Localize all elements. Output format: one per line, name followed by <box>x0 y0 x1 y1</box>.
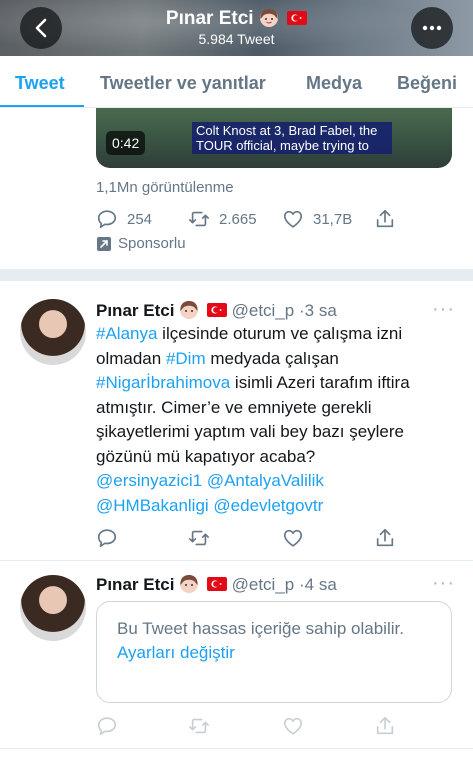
retweet-button[interactable]: 2.665 <box>188 207 257 231</box>
woman-emoji-icon <box>259 9 278 27</box>
like-button[interactable] <box>282 526 304 550</box>
mention-link[interactable]: @edevletgovtr <box>213 496 323 515</box>
retweet-icon <box>189 211 209 227</box>
video-caption: Colt Knost at 3, Brad Fabel, the TOUR of… <box>192 122 392 154</box>
mention-link[interactable]: @ersinyazici1 <box>96 471 202 490</box>
tweet-menu-button[interactable]: ··· <box>432 298 455 321</box>
reply-button[interactable] <box>96 526 118 550</box>
turkey-flag-icon <box>206 577 227 591</box>
retweet-icon <box>189 530 209 546</box>
woman-emoji-icon <box>180 575 199 593</box>
tweet-author-name[interactable]: Pınar Etci <box>96 575 174 594</box>
tweet-menu-button[interactable]: ··· <box>432 572 455 595</box>
retweet-icon <box>189 718 209 734</box>
share-icon <box>376 716 394 735</box>
tab-media[interactable]: Medya <box>306 73 362 94</box>
tab-tweets-and-replies[interactable]: Tweetler ve yanıtlar <box>100 73 266 94</box>
tweet-action-bar <box>96 526 406 550</box>
profile-name-header: Pınar Etci <box>0 8 473 30</box>
tweet-handle: @etci_p <box>231 575 295 594</box>
reply-icon <box>97 717 117 736</box>
reply-count: 254 <box>127 210 153 228</box>
sensitive-content-notice: Bu Tweet hassas içeriğe sahip olabilir. … <box>96 601 452 703</box>
tab-tweet[interactable]: Tweet <box>15 73 65 94</box>
tweet-count: 5.984 Tweet <box>198 31 275 47</box>
tweet-handle: @etci_p <box>231 301 295 320</box>
profile-header: Pınar Etci 5.984 Tweet <box>0 0 473 56</box>
reply-icon <box>97 210 117 229</box>
like-icon <box>283 210 303 228</box>
retweet-count: 2.665 <box>219 210 257 228</box>
view-count: 1,1Mn görüntülenme <box>96 179 234 196</box>
change-settings-link[interactable]: Ayarları değiştir <box>117 641 431 665</box>
promoted-icon <box>97 236 111 251</box>
like-button[interactable]: 31,7B <box>282 207 352 231</box>
reply-button[interactable] <box>96 714 118 738</box>
retweet-button[interactable] <box>188 526 210 550</box>
promoted-label[interactable]: Sponsorlu <box>96 235 186 252</box>
tweet-action-bar <box>96 714 406 738</box>
avatar[interactable] <box>20 575 86 641</box>
mention-link[interactable]: @AntalyaValilik <box>207 471 324 490</box>
reply-icon <box>97 529 117 548</box>
tweet-separator <box>0 748 473 749</box>
hashtag-link[interactable]: #Nigarİbrahimova <box>96 373 230 392</box>
tweet-header: Pınar Etci @etci_p ·4 sa <box>96 574 337 595</box>
tweet-separator <box>0 269 473 281</box>
like-icon <box>283 717 303 735</box>
tweet-header: Pınar Etci @etci_p ·3 sa <box>96 300 337 321</box>
like-button[interactable] <box>282 714 304 738</box>
share-icon <box>376 528 394 547</box>
woman-emoji-icon <box>180 301 199 319</box>
sponsored-text: Sponsorlu <box>118 235 186 252</box>
reply-button[interactable]: 254 <box>96 207 152 231</box>
profile-tabs: Tweet Tweetler ve yanıtlar Medya Beğeni <box>0 56 473 108</box>
share-button[interactable] <box>374 526 396 550</box>
tweet-time: 3 sa <box>304 301 337 320</box>
tweet-time: 4 sa <box>304 575 337 594</box>
hashtag-link[interactable]: #Dim <box>166 349 206 368</box>
retweet-button[interactable] <box>188 714 210 738</box>
tweet-text-segment: medyada çalışan <box>205 348 339 368</box>
turkey-flag-icon <box>206 303 227 317</box>
sensitive-warning-text: Bu Tweet hassas içeriğe sahip olabilir. <box>117 619 404 638</box>
tweet-text: #Alanya ilçesinde oturum ve çalışma izni… <box>96 322 456 518</box>
like-icon <box>283 529 303 547</box>
like-count: 31,7B <box>313 210 353 228</box>
tab-likes[interactable]: Beğeni <box>397 73 457 94</box>
hashtag-link[interactable]: #Alanya <box>96 324 157 343</box>
tweet-separator <box>0 560 473 561</box>
promoted-video[interactable]: Colt Knost at 3, Brad Fabel, the TOUR of… <box>96 108 452 168</box>
share-button[interactable] <box>374 714 396 738</box>
more-icon <box>422 25 442 31</box>
turkey-flag-icon <box>287 11 308 25</box>
avatar[interactable] <box>20 299 86 365</box>
more-options-button[interactable] <box>411 7 453 49</box>
share-icon <box>376 209 394 228</box>
tweet-author-name[interactable]: Pınar Etci <box>96 301 174 320</box>
promoted-action-bar: 254 2.665 31,7B <box>96 207 406 231</box>
share-button[interactable] <box>374 207 396 231</box>
header-name: Pınar Etci <box>165 8 254 29</box>
mention-link[interactable]: @HMBakanligi <box>96 496 209 515</box>
video-duration: 0:42 <box>106 131 146 155</box>
